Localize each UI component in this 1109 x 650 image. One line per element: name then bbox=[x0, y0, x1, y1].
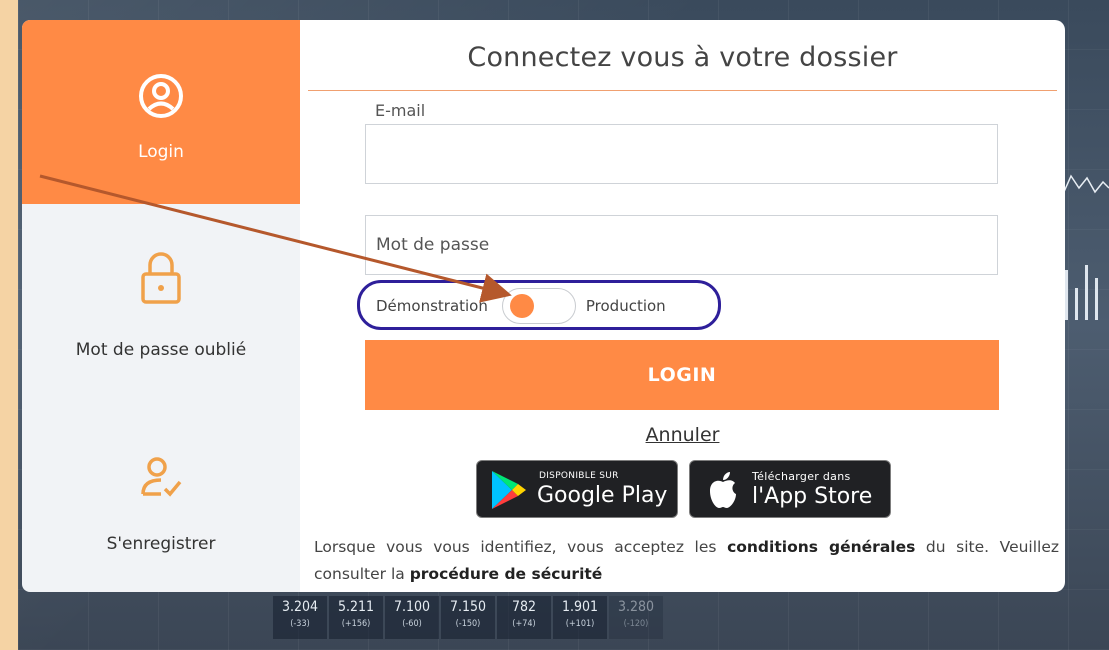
security-procedure-link[interactable]: procédure de sécurité bbox=[410, 565, 603, 583]
toggle-right-label: Production bbox=[585, 297, 666, 315]
sidebar-item-forgot-password[interactable]: Mot de passe oublié bbox=[22, 250, 300, 360]
app-store-big-text: l'App Store bbox=[752, 484, 873, 509]
password-field[interactable] bbox=[365, 215, 998, 275]
page-title: Connectez vous à votre dossier bbox=[467, 42, 898, 73]
ticker-cell: 7.100 (-60) bbox=[385, 596, 439, 639]
app-store-small-text: Télécharger dans bbox=[752, 470, 851, 483]
terms-text: Lorsque vous vous identifiez, vous accep… bbox=[314, 534, 1059, 588]
ticker-cell: 1.901 (+101) bbox=[553, 596, 607, 639]
google-play-big-text: Google Play bbox=[537, 483, 668, 508]
ticker-cell: 3.280 (-120) bbox=[609, 596, 663, 639]
toggle-left-label: Démonstration bbox=[376, 297, 488, 315]
google-play-icon bbox=[492, 471, 526, 509]
lock-icon bbox=[141, 252, 181, 304]
sidebar-item-label: Login bbox=[138, 142, 184, 162]
ticker-cell: 782 (+74) bbox=[497, 596, 551, 639]
sidebar: Login Mot de passe oublié S'enregistrer bbox=[22, 20, 300, 592]
email-field[interactable] bbox=[365, 124, 998, 184]
background-ticker: 3.204 (-33) 5.211 (+156) 7.100 (-60) 7.150(… bbox=[273, 596, 663, 639]
email-label: E-mail bbox=[375, 101, 426, 120]
cancel-link: Annuler bbox=[300, 424, 1065, 446]
google-play-badge[interactable]: DISPONIBLE SUR Google Play bbox=[476, 460, 678, 518]
ticker-cell: 3.204 (-33) bbox=[273, 596, 327, 639]
cancel-link-text[interactable]: Annuler bbox=[646, 424, 720, 446]
login-button[interactable]: LOGIN bbox=[365, 340, 999, 410]
terms-part: Lorsque vous vous identifiez, vous accep… bbox=[314, 538, 728, 556]
ticker-cell: 7.150 (-150) bbox=[441, 596, 495, 639]
environment-toggle[interactable] bbox=[501, 288, 576, 324]
google-play-small-text: DISPONIBLE SUR bbox=[539, 471, 619, 481]
sidebar-item-label: Mot de passe oublié bbox=[75, 340, 247, 360]
environment-toggle-row: Démonstration Production bbox=[376, 288, 666, 324]
login-panel: Connectez vous à votre dossier E-mail Dé… bbox=[300, 20, 1065, 592]
sidebar-item-register[interactable]: S'enregistrer bbox=[22, 454, 300, 554]
ticker-cell: 5.211 (+156) bbox=[329, 596, 383, 639]
user-circle-icon bbox=[139, 74, 183, 118]
title-divider bbox=[308, 90, 1057, 91]
sidebar-item-login[interactable]: Login bbox=[22, 20, 300, 204]
sidebar-item-label: S'enregistrer bbox=[106, 534, 216, 554]
user-check-icon bbox=[141, 457, 182, 497]
terms-conditions-link[interactable]: conditions générales bbox=[727, 538, 915, 556]
app-store-badge[interactable]: Télécharger dans l'App Store bbox=[689, 460, 891, 518]
apple-icon bbox=[710, 472, 736, 508]
toggle-knob bbox=[509, 294, 534, 318]
